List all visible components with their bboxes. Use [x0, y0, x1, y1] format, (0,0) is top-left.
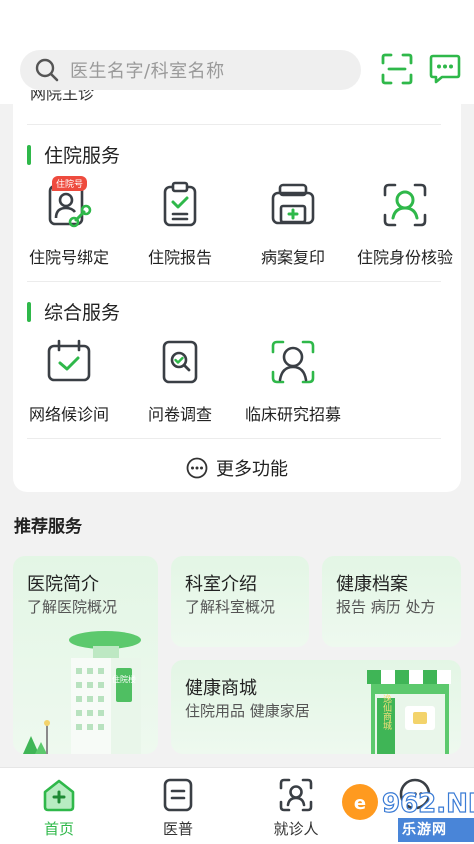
service-identity-verify[interactable]: 住院身份核验 — [346, 180, 464, 268]
search-placeholder: 医生名字/科室名称 — [70, 61, 225, 82]
service-label: 病案复印 — [260, 248, 325, 267]
divider — [27, 281, 441, 282]
service-inpatient-report[interactable]: 住院报告 — [121, 180, 239, 268]
service-survey[interactable]: 问卷调查 — [121, 337, 239, 425]
general-section-title: 综合服务 — [27, 298, 120, 325]
search-input[interactable]: 医生名字/科室名称 — [20, 50, 361, 90]
service-online-waiting-room[interactable]: 网络候诊间 — [10, 337, 128, 425]
patient-scan-icon — [279, 778, 313, 812]
tile-subtitle: 了解医院概况 — [27, 598, 118, 616]
tile-title: 健康档案 — [336, 574, 408, 595]
service-label: 住院身份核验 — [356, 248, 453, 267]
tile-subtitle: 住院用品 健康家居 — [185, 702, 310, 720]
shop-illustration: 逸仙商城 — [367, 670, 451, 754]
watermark-subtext: 乐游网 — [402, 822, 447, 838]
building-sign-text: 住院楼 — [112, 674, 136, 684]
clipped-section-text: 网院主诊 — [30, 90, 95, 103]
calendar-check-icon — [47, 339, 91, 382]
tile-title: 健康商城 — [185, 678, 257, 699]
nav-home[interactable]: 首页 — [19, 776, 99, 839]
survey-search-icon — [162, 340, 198, 384]
tile-health-mall[interactable]: 健康商城 住院用品 健康家居 逸仙商城 — [171, 660, 461, 754]
divider — [27, 438, 441, 439]
tile-subtitle: 报告 病历 处方 — [336, 598, 436, 616]
inpatient-title-text: 住院服务 — [44, 145, 121, 167]
article-icon — [163, 778, 193, 812]
nav-label: 就诊人 — [273, 820, 319, 838]
service-record-copy[interactable]: 病案复印 — [234, 180, 352, 268]
tile-title: 医院简介 — [27, 574, 99, 595]
more-dots-icon — [186, 457, 208, 479]
more-functions-button[interactable]: 更多功能 — [13, 455, 461, 481]
watermark-text: 962.NET — [382, 789, 474, 819]
search-icon — [35, 58, 59, 82]
service-label: 住院报告 — [147, 248, 212, 267]
top-bar: 医生名字/科室名称 — [0, 0, 474, 104]
title-accent-bar — [27, 301, 31, 322]
service-label: 临床研究招募 — [244, 405, 341, 424]
service-clinical-recruitment[interactable]: 临床研究招募 — [234, 337, 352, 425]
service-label: 网络候诊间 — [28, 405, 109, 424]
face-scan-icon — [383, 183, 427, 227]
shop-sign-text: 逸仙商城 — [381, 694, 392, 731]
printer-copy-icon — [271, 183, 315, 225]
nav-patients[interactable]: 就诊人 — [256, 776, 336, 839]
divider — [27, 124, 441, 125]
hospital-building-illustration: 住院楼 — [23, 631, 141, 754]
general-title-text: 综合服务 — [44, 302, 121, 324]
researcher-icon — [271, 340, 315, 384]
inpatient-number-tag: 住院号 — [52, 176, 88, 191]
tile-health-records[interactable]: 健康档案 报告 病历 处方 — [322, 556, 461, 647]
tile-title: 科室介绍 — [185, 574, 257, 595]
more-functions-label: 更多功能 — [216, 459, 288, 480]
nav-medical-science[interactable]: 医普 — [138, 776, 218, 839]
svg-text:e: e — [354, 793, 366, 814]
nav-label: 首页 — [43, 820, 74, 838]
clipboard-check-icon — [163, 181, 197, 227]
nav-label: 医普 — [162, 820, 193, 838]
tile-department-intro[interactable]: 科室介绍 了解科室概况 — [171, 556, 309, 647]
inpatient-section-title: 住院服务 — [27, 141, 120, 168]
service-bind-inpatient-number[interactable]: 住院号 住院号绑定 — [10, 176, 128, 268]
service-label: 住院号绑定 — [28, 248, 109, 267]
title-accent-bar — [27, 144, 31, 165]
tile-hospital-intro[interactable]: 医院简介 了解医院概况 住院楼 — [13, 556, 158, 754]
home-plus-icon — [43, 779, 75, 812]
service-label: 问卷调查 — [147, 405, 212, 424]
scan-icon[interactable] — [380, 52, 414, 86]
message-icon[interactable] — [428, 52, 462, 86]
tile-subtitle: 了解科室概况 — [185, 598, 276, 616]
recommend-section-title: 推荐服务 — [14, 517, 82, 537]
